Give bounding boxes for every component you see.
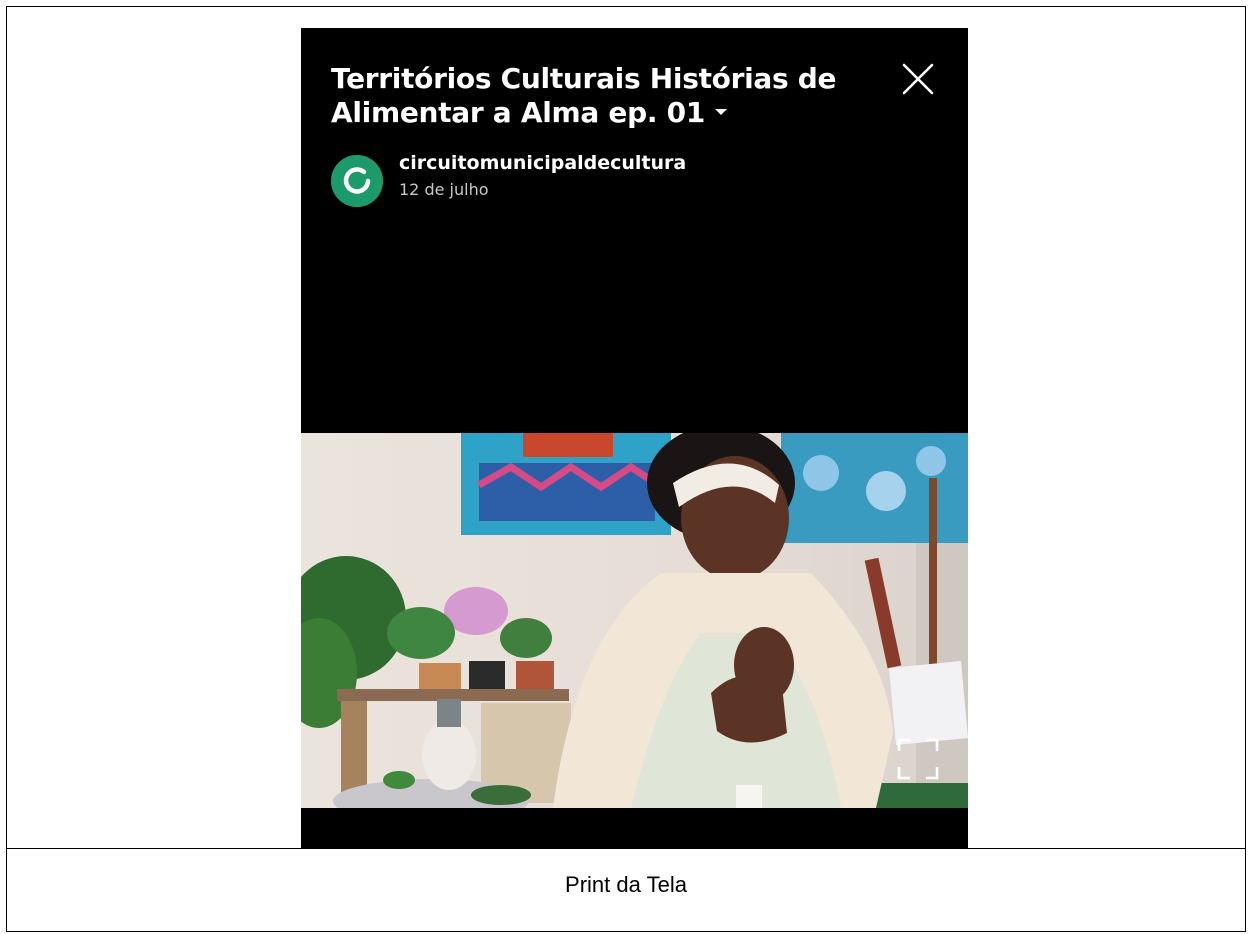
channel-avatar[interactable]	[331, 155, 383, 207]
channel-name[interactable]: circuitomunicipaldecultura	[399, 152, 686, 174]
video-title: Territórios Culturais Histórias de Alime…	[331, 62, 837, 129]
circle-logo-icon	[331, 155, 383, 207]
post-date: 12 de julho	[399, 180, 489, 199]
fullscreen-icon	[897, 738, 939, 780]
figure-caption: Print da Tela	[565, 872, 687, 897]
fullscreen-button[interactable]	[896, 737, 940, 781]
close-button[interactable]	[899, 60, 937, 98]
chevron-down-icon	[715, 109, 728, 115]
table-row-divider	[6, 848, 1246, 849]
video-frame[interactable]	[301, 433, 968, 808]
video-thumbnail-image	[301, 433, 968, 808]
video-player-screen: Territórios Culturais Histórias de Alime…	[301, 28, 968, 848]
close-icon	[902, 63, 934, 95]
video-title-button[interactable]: Territórios Culturais Histórias de Alime…	[331, 62, 891, 130]
